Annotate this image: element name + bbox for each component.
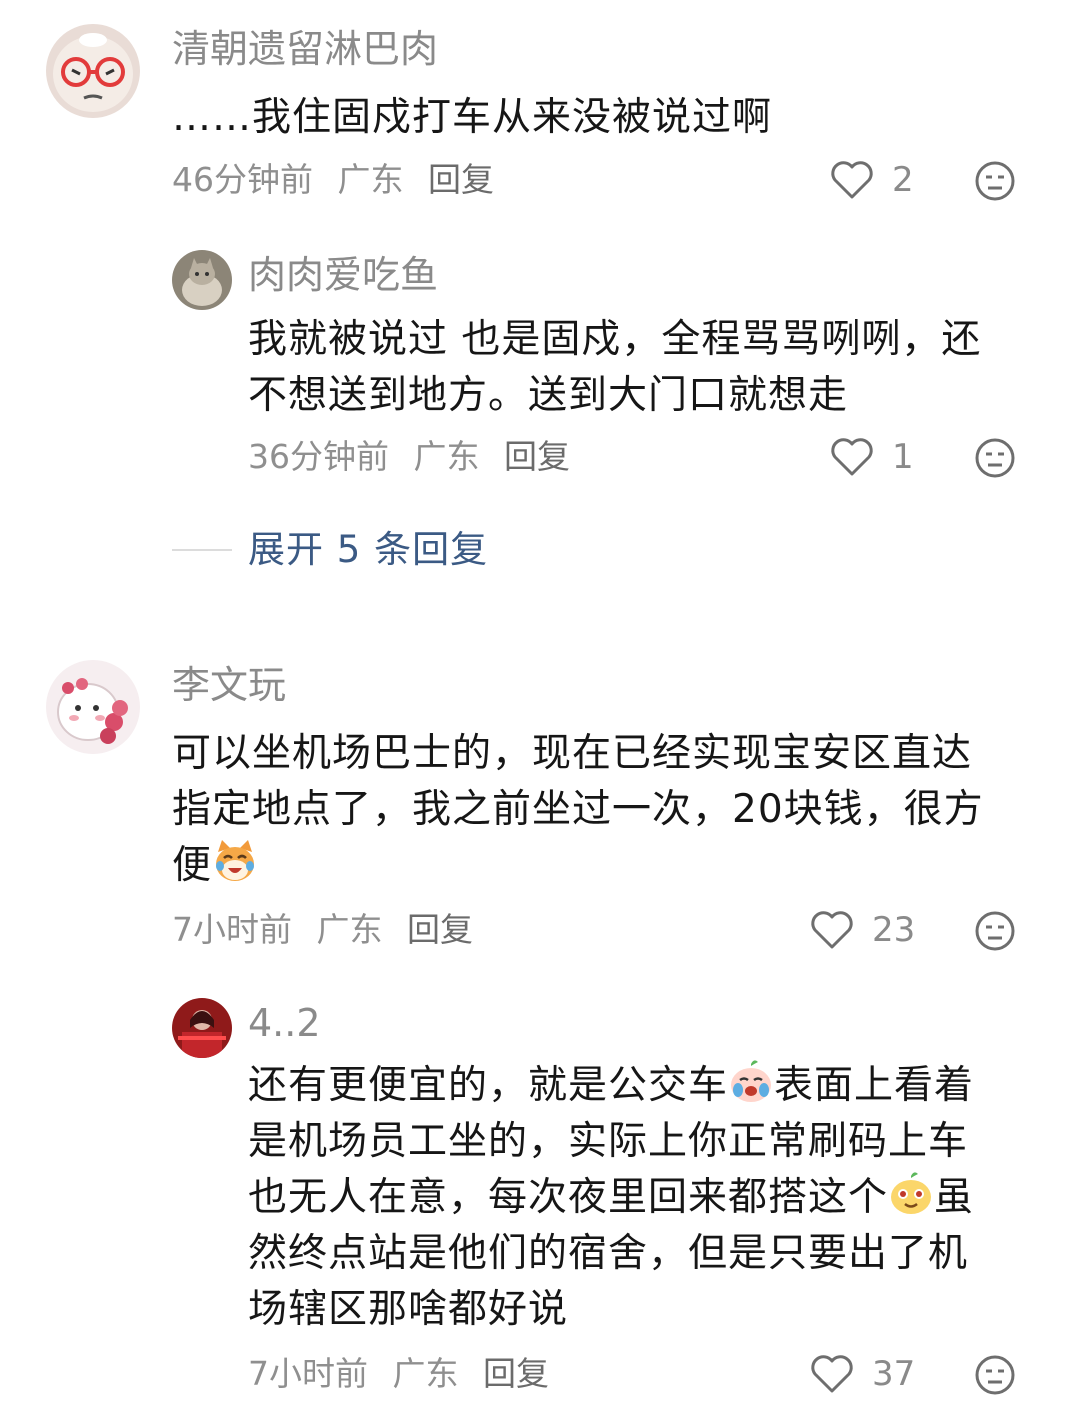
comment-meta: 46分钟前 广东 回复 [172,160,508,200]
comment-username[interactable]: 李文玩 [172,662,286,708]
reply-text-fragment: 还有更便宜的，就是公交车 [248,1063,729,1108]
comment-text-line: 可以坐机场巴士的，现在已经实现宝安区直达 [172,731,973,776]
comment-text: 可以坐机场巴士的，现在已经实现宝安区直达 指定地点了，我之前坐过一次，20块钱，… [172,726,984,894]
heart-outline-icon [831,438,873,476]
reply-meta: 36分钟前 广东 回复 [248,437,584,477]
like-button[interactable]: 23 [810,910,916,950]
meh-face-icon [975,161,1015,201]
like-button[interactable]: 1 [830,437,936,477]
smiling-bun-emoji [888,1170,934,1216]
reply-text-line: 也无人在意，每次夜里回来都搭这个虽 [248,1170,974,1226]
crying-bun-emoji [728,1058,774,1104]
like-count: 37 [872,1354,916,1394]
reply-time: 36分钟前 [248,437,389,476]
like-count: 1 [892,437,914,477]
dislike-button[interactable] [974,160,1016,202]
reply-button[interactable]: 回复 [504,437,570,476]
comment-text-line: 便 [172,838,984,894]
reply-text-fragment: 表面上看着 [774,1063,975,1108]
avatar[interactable] [172,998,232,1058]
reply-text-line: 场辖区那啥都好说 [248,1287,569,1332]
like-count: 23 [872,910,916,950]
comment-username[interactable]: 清朝遗留淋巴肉 [172,26,438,72]
like-button[interactable]: 2 [830,160,936,200]
comment-text-line: ……我住固戍打车从来没被说过啊 [172,95,773,140]
meh-face-icon [975,1355,1015,1395]
meh-face-icon [975,438,1015,478]
reply-text-line: 还有更便宜的，就是公交车 表面上看着 [248,1058,974,1114]
expand-replies-label: 展开 5 条回复 [248,528,489,571]
reply-text-line: 我就被说过 也是固戍，全程骂骂咧咧，还 [248,317,982,362]
reply-username[interactable]: 4..2 [248,1000,321,1046]
laughing-cat-emoji [212,838,258,884]
reply-text: 我就被说过 也是固戍，全程骂骂咧咧，还 不想送到地方。送到大门口就想走 [248,312,981,424]
like-count: 2 [892,160,914,200]
comment-time: 7小时前 [172,910,292,949]
reply-text-fragment: 也无人在意，每次夜里回来都搭这个 [248,1175,889,1220]
reply-text-line: 是机场员工坐的，实际上你正常刷码上车 [248,1119,969,1164]
comment-text-fragment: 便 [172,843,213,888]
like-button[interactable]: 37 [810,1354,916,1394]
reply-text-line: 然终点站是他们的宿舍，但是只要出了机 [248,1231,969,1276]
reply-location: 广东 [413,437,480,476]
avatar[interactable] [46,660,140,754]
comment-text: ……我住固戍打车从来没被说过啊 [172,90,772,146]
reply-button[interactable]: 回复 [483,1354,549,1393]
reply-button[interactable]: 回复 [407,910,473,949]
reply-text-fragment: 虽 [934,1175,975,1220]
dislike-button[interactable] [974,1354,1016,1396]
comment-location: 广东 [316,910,383,949]
comment-meta: 7小时前 广东 回复 [172,910,487,950]
meh-face-icon [975,911,1015,951]
heart-outline-icon [811,1355,853,1393]
dislike-button[interactable] [974,437,1016,479]
reply-button[interactable]: 回复 [428,160,494,199]
reply-meta: 7小时前 广东 回复 [248,1354,563,1394]
dislike-button[interactable] [974,910,1016,952]
comment-location: 广东 [337,160,404,199]
expand-replies-button[interactable]: 展开 5 条回复 [172,528,488,572]
reply-text-line: 不想送到地方。送到大门口就想走 [248,373,849,418]
comment-text-line: 指定地点了，我之前坐过一次，20块钱，很方 [172,787,984,832]
reply-time: 7小时前 [248,1354,368,1393]
reply-text: 还有更便宜的，就是公交车 表面上看着 是机场员工坐的，实际上你正常刷码上车 也无人… [248,1058,974,1338]
avatar[interactable] [172,250,232,310]
reply-location: 广东 [392,1354,459,1393]
reply-username[interactable]: 肉肉爱吃鱼 [248,252,438,298]
heart-outline-icon [811,911,853,949]
expand-divider [172,549,232,551]
comment-time: 46分钟前 [172,160,313,199]
comment-thread: 清朝遗留淋巴肉 ……我住固戍打车从来没被说过啊 46分钟前 广东 回复 2 肉肉… [0,0,1080,1406]
heart-outline-icon [831,161,873,199]
avatar[interactable] [46,24,140,118]
